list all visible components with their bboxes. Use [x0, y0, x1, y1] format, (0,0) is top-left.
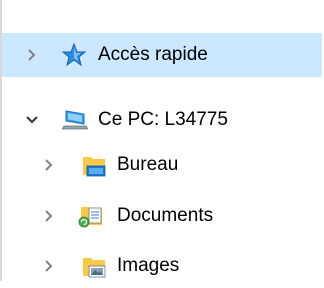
pictures-folder-icon: [82, 255, 108, 279]
tree-item-label: Accès rapide: [98, 44, 208, 65]
tree-item-label: Bureau: [117, 154, 179, 175]
computer-monitor-icon: [61, 108, 89, 132]
chevron-right-icon[interactable]: [24, 48, 38, 62]
tree-item-this-pc[interactable]: Ce PC: L34775: [2, 98, 322, 142]
tree-item-label: Ce PC: L34775: [98, 109, 228, 130]
chevron-right-icon[interactable]: [41, 209, 55, 223]
tree-item-quick-access[interactable]: Accès rapide: [2, 33, 322, 77]
tree-item-label: Documents: [117, 205, 214, 226]
blue-star-pin-icon: [61, 42, 88, 67]
chevron-down-icon[interactable]: [25, 113, 39, 127]
tree-item-documents[interactable]: Documents: [2, 194, 322, 238]
documents-folder-icon: [78, 204, 104, 228]
tree-item-images[interactable]: Images: [2, 244, 322, 288]
tree-item-bureau[interactable]: Bureau: [2, 143, 322, 187]
chevron-right-icon[interactable]: [41, 158, 55, 172]
tree-item-label: Images: [117, 255, 180, 276]
desktop-folder-icon: [82, 154, 108, 178]
chevron-right-icon[interactable]: [41, 259, 55, 273]
